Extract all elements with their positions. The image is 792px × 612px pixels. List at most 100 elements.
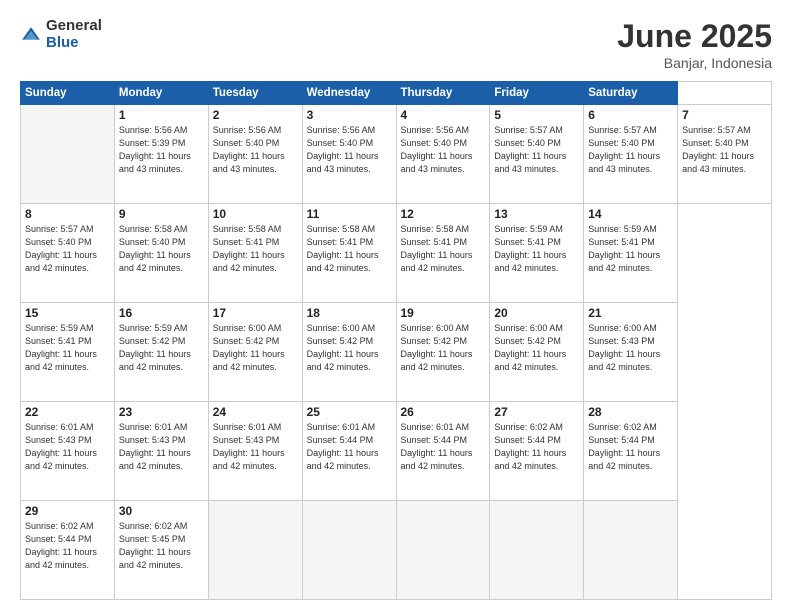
table-row: 21 Sunrise: 6:00 AM Sunset: 5:43 PM Dayli… bbox=[584, 303, 678, 402]
col-sunday: Sunday bbox=[21, 82, 115, 105]
table-row: 27 Sunrise: 6:02 AM Sunset: 5:44 PM Dayli… bbox=[490, 402, 584, 501]
table-row: 18 Sunrise: 6:00 AM Sunset: 5:42 PM Dayli… bbox=[302, 303, 396, 402]
table-row bbox=[21, 105, 115, 204]
day-number: 2 bbox=[213, 108, 298, 122]
header: General Blue June 2025 Banjar, Indonesia bbox=[20, 18, 772, 71]
day-number: 13 bbox=[494, 207, 579, 221]
day-number: 21 bbox=[588, 306, 673, 320]
calendar-week-row: 22 Sunrise: 6:01 AM Sunset: 5:43 PM Dayli… bbox=[21, 402, 772, 501]
day-number: 10 bbox=[213, 207, 298, 221]
day-number: 25 bbox=[307, 405, 392, 419]
day-number: 5 bbox=[494, 108, 579, 122]
table-row bbox=[396, 501, 490, 600]
title-location: Banjar, Indonesia bbox=[617, 55, 772, 71]
day-info: Sunrise: 6:01 AM Sunset: 5:43 PM Dayligh… bbox=[119, 421, 204, 473]
day-number: 16 bbox=[119, 306, 204, 320]
day-info: Sunrise: 5:56 AM Sunset: 5:40 PM Dayligh… bbox=[307, 124, 392, 176]
table-row: 12 Sunrise: 5:58 AM Sunset: 5:41 PM Dayli… bbox=[396, 204, 490, 303]
table-row: 1 Sunrise: 5:56 AM Sunset: 5:39 PM Daylig… bbox=[114, 105, 208, 204]
day-info: Sunrise: 6:01 AM Sunset: 5:43 PM Dayligh… bbox=[213, 421, 298, 473]
day-info: Sunrise: 5:56 AM Sunset: 5:39 PM Dayligh… bbox=[119, 124, 204, 176]
day-info: Sunrise: 5:58 AM Sunset: 5:40 PM Dayligh… bbox=[119, 223, 204, 275]
table-row: 23 Sunrise: 6:01 AM Sunset: 5:43 PM Dayli… bbox=[114, 402, 208, 501]
logo-blue-text: Blue bbox=[46, 35, 102, 52]
title-month: June 2025 bbox=[617, 18, 772, 55]
page: General Blue June 2025 Banjar, Indonesia… bbox=[0, 0, 792, 612]
table-row: 11Sunrise: 5:58 AM Sunset: 5:41 PM Dayli… bbox=[302, 204, 396, 303]
day-number: 12 bbox=[401, 207, 486, 221]
day-info: Sunrise: 5:56 AM Sunset: 5:40 PM Dayligh… bbox=[401, 124, 486, 176]
table-row: 30Sunrise: 6:02 AM Sunset: 5:45 PM Dayli… bbox=[114, 501, 208, 600]
table-row bbox=[584, 501, 678, 600]
day-info: Sunrise: 6:02 AM Sunset: 5:44 PM Dayligh… bbox=[25, 520, 110, 572]
calendar-week-row: 29 Sunrise: 6:02 AM Sunset: 5:44 PM Dayli… bbox=[21, 501, 772, 600]
day-info: Sunrise: 5:57 AM Sunset: 5:40 PM Dayligh… bbox=[25, 223, 110, 275]
col-wednesday: Wednesday bbox=[302, 82, 396, 105]
day-number: 22 bbox=[25, 405, 110, 419]
day-number: 27 bbox=[494, 405, 579, 419]
day-info: Sunrise: 6:00 AM Sunset: 5:42 PM Dayligh… bbox=[213, 322, 298, 374]
table-row: 15 Sunrise: 5:59 AM Sunset: 5:41 PM Dayli… bbox=[21, 303, 115, 402]
day-number: 20 bbox=[494, 306, 579, 320]
calendar-header-row: Sunday Monday Tuesday Wednesday Thursday… bbox=[21, 82, 772, 105]
day-info: Sunrise: 6:00 AM Sunset: 5:42 PM Dayligh… bbox=[307, 322, 392, 374]
table-row: 10 Sunrise: 5:58 AM Sunset: 5:41 PM Dayli… bbox=[208, 204, 302, 303]
table-row: 16 Sunrise: 5:59 AM Sunset: 5:42 PM Dayli… bbox=[114, 303, 208, 402]
day-info: Sunrise: 6:01 AM Sunset: 5:43 PM Dayligh… bbox=[25, 421, 110, 473]
table-row: 8Sunrise: 5:57 AM Sunset: 5:40 PM Daylig… bbox=[21, 204, 115, 303]
table-row: 20 Sunrise: 6:00 AM Sunset: 5:42 PM Dayli… bbox=[490, 303, 584, 402]
day-number: 1 bbox=[119, 108, 204, 122]
day-number: 9 bbox=[119, 207, 204, 221]
day-info: Sunrise: 6:02 AM Sunset: 5:44 PM Dayligh… bbox=[494, 421, 579, 473]
day-info: Sunrise: 6:01 AM Sunset: 5:44 PM Dayligh… bbox=[307, 421, 392, 473]
title-block: June 2025 Banjar, Indonesia bbox=[617, 18, 772, 71]
day-number: 24 bbox=[213, 405, 298, 419]
day-number: 29 bbox=[25, 504, 110, 518]
day-info: Sunrise: 6:00 AM Sunset: 5:42 PM Dayligh… bbox=[401, 322, 486, 374]
day-number: 7 bbox=[682, 108, 767, 122]
day-info: Sunrise: 6:00 AM Sunset: 5:43 PM Dayligh… bbox=[588, 322, 673, 374]
col-tuesday: Tuesday bbox=[208, 82, 302, 105]
day-info: Sunrise: 6:00 AM Sunset: 5:42 PM Dayligh… bbox=[494, 322, 579, 374]
table-row: 22 Sunrise: 6:01 AM Sunset: 5:43 PM Dayli… bbox=[21, 402, 115, 501]
day-info: Sunrise: 6:02 AM Sunset: 5:44 PM Dayligh… bbox=[588, 421, 673, 473]
table-row: 7 Sunrise: 5:57 AM Sunset: 5:40 PM Daylig… bbox=[678, 105, 772, 204]
col-thursday: Thursday bbox=[396, 82, 490, 105]
table-row: 24 Sunrise: 6:01 AM Sunset: 5:43 PM Dayli… bbox=[208, 402, 302, 501]
table-row bbox=[208, 501, 302, 600]
table-row: 6Sunrise: 5:57 AM Sunset: 5:40 PM Daylig… bbox=[584, 105, 678, 204]
table-row: 29 Sunrise: 6:02 AM Sunset: 5:44 PM Dayli… bbox=[21, 501, 115, 600]
calendar-week-row: 8Sunrise: 5:57 AM Sunset: 5:40 PM Daylig… bbox=[21, 204, 772, 303]
day-info: Sunrise: 5:58 AM Sunset: 5:41 PM Dayligh… bbox=[401, 223, 486, 275]
day-number: 18 bbox=[307, 306, 392, 320]
table-row bbox=[490, 501, 584, 600]
table-row: 25 Sunrise: 6:01 AM Sunset: 5:44 PM Dayli… bbox=[302, 402, 396, 501]
calendar-week-row: 1 Sunrise: 5:56 AM Sunset: 5:39 PM Daylig… bbox=[21, 105, 772, 204]
day-info: Sunrise: 5:56 AM Sunset: 5:40 PM Dayligh… bbox=[213, 124, 298, 176]
col-saturday: Saturday bbox=[584, 82, 678, 105]
table-row: 14Sunrise: 5:59 AM Sunset: 5:41 PM Dayli… bbox=[584, 204, 678, 303]
day-number: 19 bbox=[401, 306, 486, 320]
day-info: Sunrise: 5:59 AM Sunset: 5:41 PM Dayligh… bbox=[588, 223, 673, 275]
day-number: 23 bbox=[119, 405, 204, 419]
table-row: 17 Sunrise: 6:00 AM Sunset: 5:42 PM Dayli… bbox=[208, 303, 302, 402]
table-row: 2 Sunrise: 5:56 AM Sunset: 5:40 PM Daylig… bbox=[208, 105, 302, 204]
day-info: Sunrise: 5:59 AM Sunset: 5:41 PM Dayligh… bbox=[494, 223, 579, 275]
table-row bbox=[302, 501, 396, 600]
day-number: 17 bbox=[213, 306, 298, 320]
table-row: 26Sunrise: 6:01 AM Sunset: 5:44 PM Dayli… bbox=[396, 402, 490, 501]
table-row: 9 Sunrise: 5:58 AM Sunset: 5:40 PM Daylig… bbox=[114, 204, 208, 303]
day-info: Sunrise: 5:59 AM Sunset: 5:42 PM Dayligh… bbox=[119, 322, 204, 374]
day-number: 6 bbox=[588, 108, 673, 122]
day-info: Sunrise: 5:58 AM Sunset: 5:41 PM Dayligh… bbox=[213, 223, 298, 275]
day-number: 28 bbox=[588, 405, 673, 419]
day-number: 11 bbox=[307, 207, 392, 221]
day-number: 15 bbox=[25, 306, 110, 320]
table-row: 3Sunrise: 5:56 AM Sunset: 5:40 PM Daylig… bbox=[302, 105, 396, 204]
table-row: 5Sunrise: 5:57 AM Sunset: 5:40 PM Daylig… bbox=[490, 105, 584, 204]
day-info: Sunrise: 5:59 AM Sunset: 5:41 PM Dayligh… bbox=[25, 322, 110, 374]
table-row: 19 Sunrise: 6:00 AM Sunset: 5:42 PM Dayli… bbox=[396, 303, 490, 402]
day-info: Sunrise: 5:57 AM Sunset: 5:40 PM Dayligh… bbox=[682, 124, 767, 176]
col-monday: Monday bbox=[114, 82, 208, 105]
day-info: Sunrise: 6:01 AM Sunset: 5:44 PM Dayligh… bbox=[401, 421, 486, 473]
